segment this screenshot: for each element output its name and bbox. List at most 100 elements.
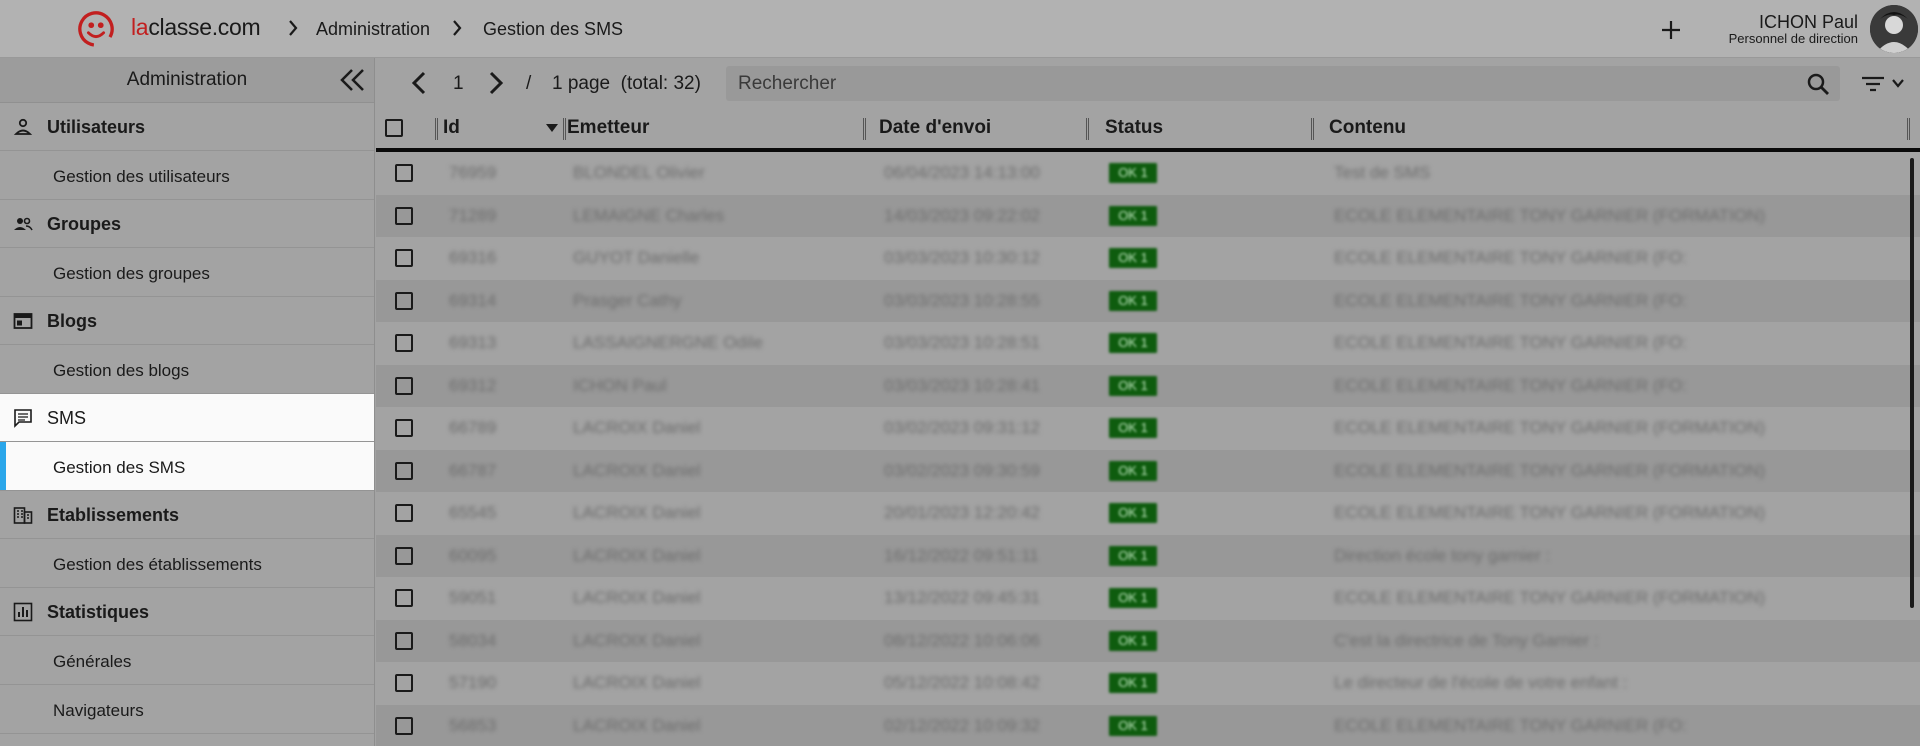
cell-emetteur: LASSAIGNERGNE Odile: [573, 333, 763, 352]
sidebar-item-gestion-sms[interactable]: Gestion des SMS: [0, 442, 374, 491]
table-row[interactable]: 58034 LACROIX Daniel 08/12/2022 10:06:06 OK…: [376, 620, 1920, 662]
sidebar-item-gestion-groupes[interactable]: Gestion des groupes: [0, 248, 374, 297]
cell-id: 59051: [449, 588, 497, 607]
sidebar-item-label: Générales: [53, 652, 132, 671]
cell-contenu: ECOLE ELEMENTAIRE TONY GARNIER (FORMATIO…: [1334, 418, 1766, 437]
table-row[interactable]: 59051 LACROIX Daniel 13/12/2022 09:45:31 OK…: [376, 577, 1920, 619]
cell-contenu: Test de SMS: [1334, 163, 1431, 182]
column-header-id[interactable]: Id: [443, 108, 460, 148]
sidebar-item-label: Navigateurs: [53, 701, 144, 720]
table-row[interactable]: 69314 Prasger Cathy 03/03/2023 10:28:55 OK …: [376, 280, 1920, 322]
sidebar-section-sms[interactable]: SMS: [0, 394, 374, 442]
sidebar-item-generales[interactable]: Générales: [0, 636, 374, 685]
cell-id: 65545: [449, 503, 497, 522]
sidebar-section-statistiques[interactable]: Statistiques: [0, 588, 374, 636]
search-input[interactable]: [726, 66, 1840, 101]
breadcrumb-administration[interactable]: Administration: [316, 19, 430, 40]
select-all-checkbox[interactable]: [385, 119, 403, 137]
column-header-date[interactable]: Date d'envoi: [879, 108, 991, 148]
table-row[interactable]: 60095 LACROIX Daniel 16/12/2022 09:51:11 OK…: [376, 535, 1920, 577]
cell-contenu: ECOLE ELEMENTAIRE TONY GARNIER (FO:: [1334, 333, 1687, 352]
row-checkbox[interactable]: [395, 632, 413, 650]
chevron-right-icon[interactable]: [488, 71, 504, 95]
column-resize-handle[interactable]: [1311, 118, 1314, 140]
column-header-contenu[interactable]: Contenu: [1329, 108, 1406, 148]
cell-emetteur: LACROIX Daniel: [573, 503, 701, 522]
add-icon[interactable]: [1659, 14, 1683, 44]
column-resize-handle[interactable]: [863, 118, 866, 140]
table-row[interactable]: 71289 LEMAIGNE Charles 14/03/2023 09:22:02…: [376, 195, 1920, 237]
table-row[interactable]: 69313 LASSAIGNERGNE Odile 03/03/2023 10:28…: [376, 322, 1920, 364]
cell-contenu: ECOLE ELEMENTAIRE TONY GARNIER (FO:: [1334, 248, 1687, 267]
table-row[interactable]: 57190 LACROIX Daniel 05/12/2022 10:08:42 OK…: [376, 662, 1920, 704]
laclasse-logo-icon[interactable]: [77, 10, 115, 48]
sidebar-item-gestion-etablissements[interactable]: Gestion des établissements: [0, 539, 374, 588]
table-row[interactable]: 66787 LACROIX Daniel 03/02/2023 09:30:59 OK…: [376, 450, 1920, 492]
column-header-status[interactable]: Status: [1105, 108, 1163, 148]
column-resize-handle[interactable]: [1086, 118, 1089, 140]
table-row[interactable]: 69312 ICHON Paul 03/03/2023 10:28:41 OK 1 EC…: [376, 365, 1920, 407]
sidebar-item-gestion-utilisateurs[interactable]: Gestion des utilisateurs: [0, 151, 374, 200]
cell-emetteur: LACROIX Daniel: [573, 716, 701, 735]
sidebar-section-blogs[interactable]: Blogs: [0, 297, 374, 345]
row-checkbox[interactable]: [395, 334, 413, 352]
toolbar: 1 / 1 page (total: 32): [376, 58, 1920, 108]
filter-icon[interactable]: [1856, 74, 1906, 94]
sidebar-section-groupes[interactable]: Groupes: [0, 200, 374, 248]
table-body: 76959 BLONDEL Olivier 06/04/2023 14:13:00 O…: [376, 152, 1920, 746]
cell-date: 06/04/2023 14:13:00: [884, 163, 1040, 182]
status-badge: OK 1: [1109, 716, 1157, 736]
status-badge: OK 1: [1109, 631, 1157, 651]
cell-date: 05/12/2022 10:08:42: [884, 673, 1040, 692]
search-icon[interactable]: [1806, 72, 1830, 96]
column-resize-handle[interactable]: [435, 118, 438, 140]
cell-id: 76959: [449, 163, 497, 182]
status-badge: OK 1: [1109, 461, 1157, 481]
row-checkbox[interactable]: [395, 589, 413, 607]
user-avatar[interactable]: [1870, 5, 1918, 53]
status-badge: OK 1: [1109, 546, 1157, 566]
user-role: Personnel de direction: [1728, 31, 1858, 46]
sidebar-item-navigateurs[interactable]: Navigateurs: [0, 685, 374, 734]
chevron-right-icon: [289, 20, 298, 36]
row-checkbox[interactable]: [395, 674, 413, 692]
sidebar-item-label: Gestion des SMS: [53, 458, 186, 477]
sidebar-section-label: Blogs: [47, 311, 98, 331]
table-row[interactable]: 65545 LACROIX Daniel 20/01/2023 12:20:42 OK…: [376, 492, 1920, 534]
logo-text-rest: classe.com: [148, 14, 261, 40]
table-row[interactable]: 76959 BLONDEL Olivier 06/04/2023 14:13:00 O…: [376, 152, 1920, 194]
row-checkbox[interactable]: [395, 377, 413, 395]
chevron-left-icon[interactable]: [411, 71, 427, 95]
cell-date: 14/03/2023 09:22:02: [884, 206, 1040, 225]
row-checkbox[interactable]: [395, 547, 413, 565]
row-checkbox[interactable]: [395, 462, 413, 480]
row-checkbox[interactable]: [395, 292, 413, 310]
table-row[interactable]: 69316 GUYOT Danielle 03/03/2023 10:30:12 OK…: [376, 237, 1920, 279]
collapse-sidebar-icon[interactable]: [338, 67, 366, 93]
sidebar-section-etablissements[interactable]: Etablissements: [0, 491, 374, 539]
row-checkbox[interactable]: [395, 504, 413, 522]
sidebar-item-gestion-blogs[interactable]: Gestion des blogs: [0, 345, 374, 394]
row-checkbox[interactable]: [395, 419, 413, 437]
breadcrumb-gestion-sms[interactable]: Gestion des SMS: [483, 19, 623, 40]
cell-emetteur: LACROIX Daniel: [573, 588, 701, 607]
column-resize-handle[interactable]: [563, 118, 566, 140]
column-header-emetteur[interactable]: Emetteur: [567, 108, 649, 148]
row-checkbox[interactable]: [395, 717, 413, 735]
table-scrollbar[interactable]: [1910, 158, 1914, 608]
cell-emetteur: BLONDEL Olivier: [573, 163, 705, 182]
cell-emetteur: ICHON Paul: [573, 376, 667, 395]
sidebar-item-label: Gestion des blogs: [53, 361, 190, 380]
row-checkbox[interactable]: [395, 207, 413, 225]
table-row[interactable]: 66789 LACROIX Daniel 03/02/2023 09:31:12 OK…: [376, 407, 1920, 449]
row-checkbox[interactable]: [395, 249, 413, 267]
logo-text[interactable]: laclasse.com: [131, 14, 261, 41]
sidebar-title-text: Administration: [126, 69, 248, 90]
column-resize-handle[interactable]: [1907, 118, 1910, 140]
sort-desc-icon[interactable]: [546, 124, 558, 132]
user-name[interactable]: ICHON Paul: [1759, 12, 1858, 33]
cell-emetteur: GUYOT Danielle: [573, 248, 700, 267]
table-row[interactable]: 56853 LACROIX Daniel 02/12/2022 10:09:32 OK…: [376, 705, 1920, 746]
row-checkbox[interactable]: [395, 164, 413, 182]
sidebar-section-utilisateurs[interactable]: Utilisateurs: [0, 103, 374, 151]
